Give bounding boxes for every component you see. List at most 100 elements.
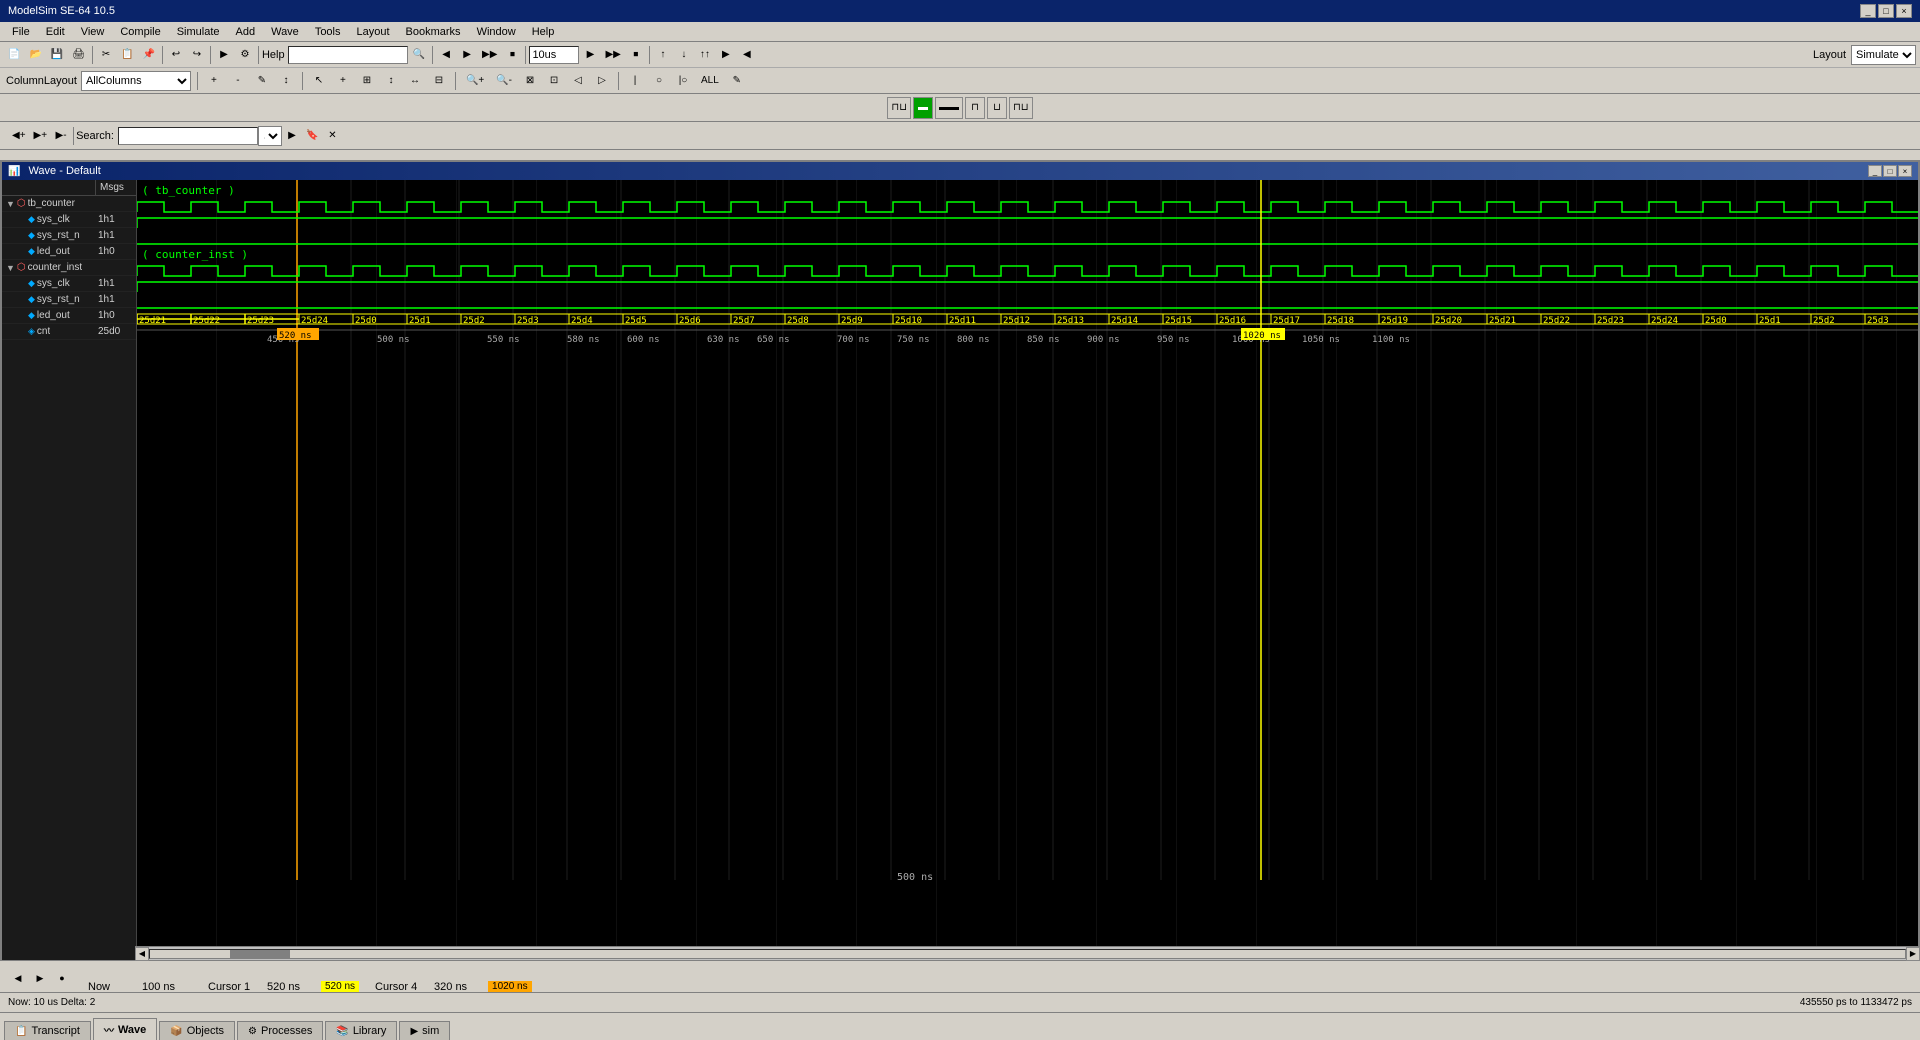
cursor4-label: Cursor 4	[375, 981, 430, 993]
menu-help[interactable]: Help	[524, 24, 563, 40]
tb-counter-expand[interactable]: ▼	[6, 199, 15, 209]
counter-inst-expand[interactable]: ▼	[6, 263, 15, 273]
menu-view[interactable]: View	[73, 24, 113, 40]
h-scroll-left[interactable]: ◀	[135, 947, 149, 961]
search-nav3[interactable]: ▶-	[51, 125, 71, 147]
wave-btn5[interactable]: ◀	[737, 44, 757, 66]
zoom-out-btn[interactable]: 🔍-	[492, 70, 516, 92]
shape-btn4[interactable]: ⊓	[965, 97, 985, 119]
col-layout-select[interactable]: AllColumns	[81, 71, 191, 91]
layout-select[interactable]: Simulate Debug	[1851, 45, 1916, 65]
zoom-next-btn[interactable]: ▷	[592, 70, 612, 92]
wave-btn1[interactable]: ↑	[653, 44, 673, 66]
shape-btn6[interactable]: ⊓⊔	[1009, 97, 1033, 119]
wave-ctrl-btn2[interactable]: ▶	[30, 970, 50, 986]
shape-btn5[interactable]: ⊔	[987, 97, 1007, 119]
wave-btn4[interactable]: ▶	[716, 44, 736, 66]
menu-window[interactable]: Window	[469, 24, 524, 40]
wave-close-btn[interactable]: ×	[1898, 165, 1912, 177]
shape-btn2[interactable]: ▬	[913, 97, 933, 119]
help-search-btn[interactable]: 🔍	[409, 44, 429, 66]
menu-simulate[interactable]: Simulate	[169, 24, 228, 40]
insert-btn[interactable]: +	[333, 70, 353, 92]
svg-text:25d21: 25d21	[139, 316, 166, 326]
close-button[interactable]: ×	[1896, 4, 1912, 18]
menu-layout[interactable]: Layout	[349, 24, 398, 40]
tb-btn2[interactable]: ▶	[457, 44, 477, 66]
compile-btn[interactable]: ▶	[214, 44, 234, 66]
help-input[interactable]	[288, 46, 408, 64]
shape-btn1[interactable]: ⊓⊔	[887, 97, 911, 119]
wave-btn2[interactable]: ↓	[674, 44, 694, 66]
col-btn2[interactable]: -	[228, 70, 248, 92]
undo-btn[interactable]: ↩	[166, 44, 186, 66]
counter-inst-group-row: ▼ ⬡ counter_inst	[2, 260, 136, 276]
zoom-full-btn[interactable]: ⊞	[357, 70, 377, 92]
copy-btn[interactable]: 📋	[117, 44, 137, 66]
menu-bookmarks[interactable]: Bookmarks	[398, 24, 469, 40]
tab-wave[interactable]: 〰 Wave	[93, 1018, 157, 1040]
menu-add[interactable]: Add	[228, 24, 264, 40]
sig-btn4[interactable]: ALL	[697, 70, 723, 92]
menu-tools[interactable]: Tools	[307, 24, 349, 40]
minimize-button[interactable]: _	[1860, 4, 1876, 18]
snap-btn[interactable]: ⊟	[429, 70, 449, 92]
col-btn1[interactable]: +	[204, 70, 224, 92]
maximize-button[interactable]: □	[1878, 4, 1894, 18]
menu-file[interactable]: File	[4, 24, 38, 40]
menu-wave[interactable]: Wave	[263, 24, 307, 40]
tab-library[interactable]: 📚 Library	[325, 1021, 397, 1040]
stop-btn[interactable]: ⏹	[626, 44, 646, 66]
search-go-btn[interactable]: ▶	[282, 125, 302, 147]
tb-btn1[interactable]: ◀	[436, 44, 456, 66]
zoom-width-btn[interactable]: ↔	[405, 70, 425, 92]
menu-compile[interactable]: Compile	[112, 24, 168, 40]
tab-sim[interactable]: ▶ sim	[399, 1021, 450, 1040]
zoom-fit-btn[interactable]: ⊠	[520, 70, 540, 92]
wave-btn3[interactable]: ↑↑	[695, 44, 715, 66]
sig-btn2[interactable]: ○	[649, 70, 669, 92]
cut-btn[interactable]: ✂	[96, 44, 116, 66]
save-btn[interactable]: 💾	[47, 44, 67, 66]
col-btn4[interactable]: ↕	[276, 70, 296, 92]
print-btn[interactable]: 🖨	[68, 44, 89, 66]
search-input[interactable]	[118, 127, 258, 145]
search-nav1[interactable]: ◀+	[8, 125, 30, 147]
sig-btn1[interactable]: |	[625, 70, 645, 92]
run-btn[interactable]: ▶	[580, 44, 600, 66]
search-nav2[interactable]: ▶+	[30, 125, 52, 147]
tab-transcript[interactable]: 📋 Transcript	[4, 1021, 91, 1040]
wave-ctrl-btn1[interactable]: ◀	[8, 970, 28, 986]
runall-btn[interactable]: ▶▶	[601, 44, 624, 66]
tb-btn3[interactable]: ▶▶	[478, 44, 501, 66]
wave-maximize-btn[interactable]: □	[1883, 165, 1897, 177]
search-clear-btn[interactable]: ✕	[322, 125, 342, 147]
sim-btn[interactable]: ⚙	[235, 44, 255, 66]
zoom-height-btn[interactable]: ↕	[381, 70, 401, 92]
sig-btn3[interactable]: |○	[673, 70, 693, 92]
tab-objects[interactable]: 📦 Objects	[159, 1021, 235, 1040]
zoom-prev-btn[interactable]: ◁	[568, 70, 588, 92]
wave-minimize-btn[interactable]: _	[1868, 165, 1882, 177]
search-type-select[interactable]: ↓	[258, 126, 282, 146]
tab-processes[interactable]: ⚙ Processes	[237, 1021, 323, 1040]
shape-btn3[interactable]: ▬▬	[935, 97, 963, 119]
tb-btn4[interactable]: ⏹	[502, 44, 522, 66]
pointer-btn[interactable]: ↖	[309, 70, 329, 92]
waveform-area[interactable]: ( tb_counter ) ( counter_inst )	[137, 180, 1918, 966]
redo-btn[interactable]: ↪	[187, 44, 207, 66]
search-bookmark-btn[interactable]: 🔖	[302, 125, 322, 147]
h-scroll-right[interactable]: ▶	[1906, 947, 1920, 961]
paste-btn[interactable]: 📌	[139, 44, 159, 66]
open-btn[interactable]: 📂	[25, 44, 45, 66]
col-btn3[interactable]: ✎	[252, 70, 272, 92]
h-scroll-track	[149, 949, 1906, 959]
h-scroll-thumb[interactable]	[230, 950, 290, 958]
sig-btn5[interactable]: ✎	[727, 70, 747, 92]
menu-edit[interactable]: Edit	[38, 24, 73, 40]
wave-ctrl-btn3[interactable]: ●	[52, 970, 72, 986]
time-input[interactable]	[529, 46, 579, 64]
zoom-sel-btn[interactable]: ⊡	[544, 70, 564, 92]
new-btn[interactable]: 📄	[4, 44, 24, 66]
zoom-in-btn[interactable]: 🔍+	[462, 70, 488, 92]
